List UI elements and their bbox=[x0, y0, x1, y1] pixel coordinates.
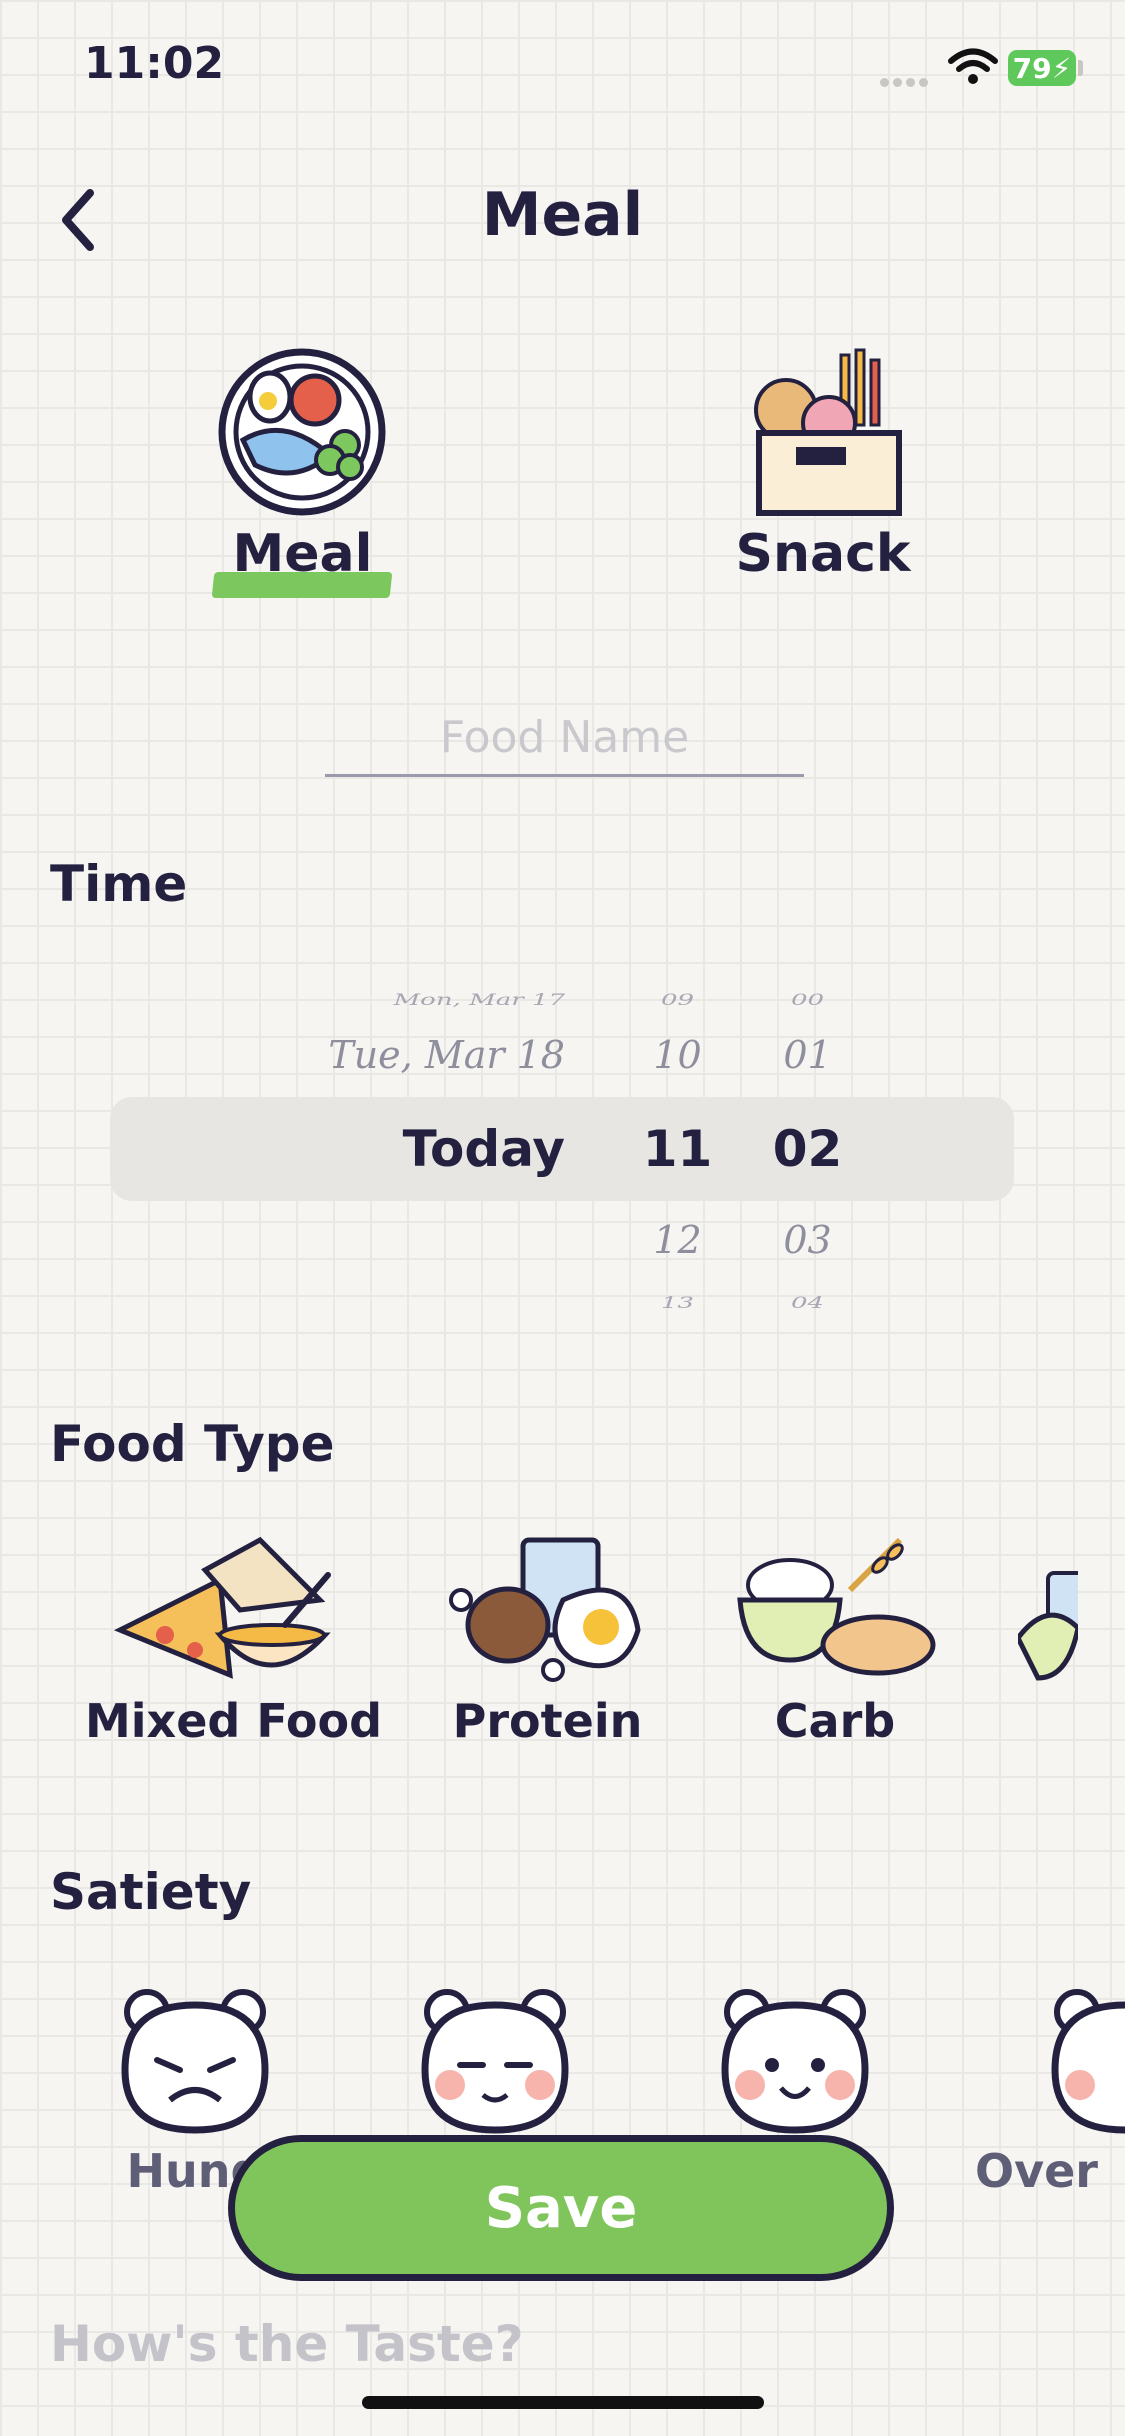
overfull-bear-icon bbox=[1051, 1989, 1125, 2134]
rice-bread-wheat-icon bbox=[737, 1537, 936, 1676]
snack-type-label: Snack bbox=[735, 524, 911, 584]
food-type-carb[interactable]: Carb bbox=[720, 1530, 950, 1748]
picker-minute-option[interactable]: 00 bbox=[760, 991, 855, 1009]
food-type-section-title: Food Type bbox=[50, 1415, 335, 1473]
food-type-label: Protein bbox=[452, 1694, 643, 1748]
food-type-label: Mixed Food bbox=[85, 1694, 383, 1748]
home-indicator[interactable] bbox=[362, 2396, 764, 2409]
happy-bear-icon bbox=[721, 1989, 869, 2134]
vegetable-icon[interactable] bbox=[1018, 1568, 1078, 1688]
picker-date-option[interactable]: Tue, Mar 18 bbox=[328, 1033, 565, 1077]
picker-date-option[interactable]: Mon, Mar 17 bbox=[394, 991, 565, 1009]
food-name-input[interactable] bbox=[325, 700, 804, 777]
picker-minute-selected[interactable]: 02 bbox=[760, 1120, 855, 1178]
snack-box-icon bbox=[753, 348, 902, 516]
picker-hour-option[interactable]: 10 bbox=[640, 1033, 715, 1077]
save-button[interactable]: Save bbox=[228, 2135, 894, 2281]
hungry-bear-icon bbox=[121, 1989, 269, 2134]
content-bear-icon bbox=[421, 1989, 569, 2134]
meat-milk-egg-icon bbox=[448, 1537, 641, 1682]
meal-type-meal[interactable]: Meal bbox=[200, 345, 405, 584]
taste-section-title: How's the Taste? bbox=[50, 2315, 524, 2373]
page-title: Meal bbox=[481, 180, 644, 250]
picker-hour-option[interactable]: 09 bbox=[640, 991, 715, 1009]
food-type-mixed[interactable]: Mixed Food bbox=[85, 1530, 383, 1748]
picker-minute-option[interactable]: 03 bbox=[760, 1218, 855, 1262]
battery-icon: 79 ⚡ bbox=[1008, 50, 1076, 86]
food-type-label: Carb bbox=[774, 1694, 896, 1748]
satiety-happy[interactable] bbox=[700, 1980, 890, 2144]
meal-plate-icon bbox=[218, 348, 386, 516]
picker-hour-selected[interactable]: 11 bbox=[640, 1120, 715, 1178]
picker-minute-option[interactable]: 04 bbox=[760, 1294, 855, 1312]
picker-minute-option[interactable]: 01 bbox=[760, 1033, 855, 1077]
battery-tip bbox=[1078, 60, 1083, 76]
satiety-section-title: Satiety bbox=[50, 1863, 252, 1921]
meal-type-snack[interactable]: Snack bbox=[728, 345, 918, 584]
food-type-protein[interactable]: Protein bbox=[430, 1530, 665, 1748]
battery-level: 79 bbox=[1012, 51, 1052, 85]
picker-date-selected[interactable]: Today bbox=[403, 1120, 565, 1178]
meal-type-label: Meal bbox=[232, 524, 373, 584]
wifi-icon bbox=[948, 48, 998, 84]
pizza-sandwich-soup-icon bbox=[113, 1536, 331, 1679]
cellular-signal-icon bbox=[880, 72, 936, 87]
satiety-overfull[interactable]: Over bbox=[975, 1980, 1125, 2198]
picker-hour-option[interactable]: 13 bbox=[640, 1294, 715, 1312]
picker-hour-option[interactable]: 12 bbox=[640, 1218, 715, 1262]
time-section-title: Time bbox=[50, 855, 188, 913]
satiety-label: Over bbox=[975, 2144, 1098, 2198]
status-time: 11:02 bbox=[84, 38, 225, 89]
satiety-content[interactable] bbox=[400, 1980, 590, 2144]
